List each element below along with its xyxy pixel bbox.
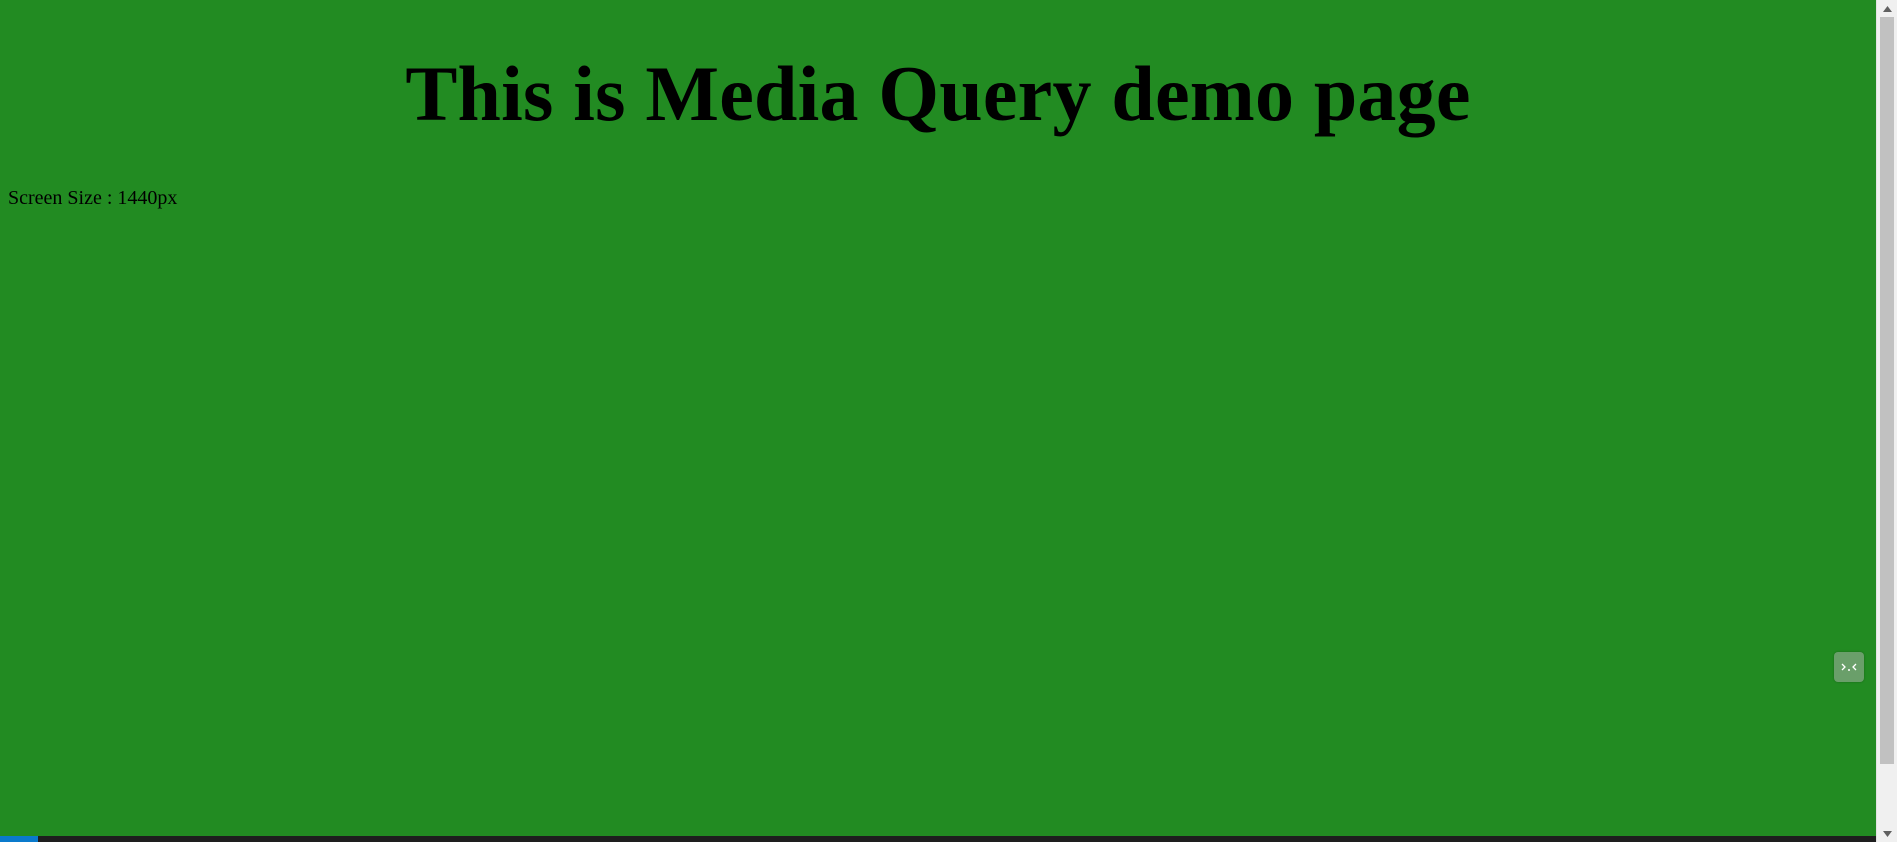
chevron-up-icon bbox=[1882, 5, 1892, 12]
chevron-down-icon bbox=[1882, 830, 1892, 837]
status-bar-accent bbox=[0, 836, 38, 842]
scroll-down-arrow[interactable] bbox=[1877, 825, 1897, 842]
page-body: This is Media Query demo page Screen Siz… bbox=[0, 0, 1876, 842]
vertical-scrollbar[interactable] bbox=[1876, 0, 1897, 842]
code-brackets-icon bbox=[1840, 661, 1858, 673]
page-heading: This is Media Query demo page bbox=[405, 50, 1471, 137]
floating-code-button[interactable] bbox=[1834, 652, 1864, 682]
status-bar bbox=[0, 836, 1876, 842]
screen-size-text: Screen Size : 1440px bbox=[8, 187, 178, 209]
scrollbar-thumb[interactable] bbox=[1880, 17, 1894, 764]
scroll-up-arrow[interactable] bbox=[1877, 0, 1897, 17]
